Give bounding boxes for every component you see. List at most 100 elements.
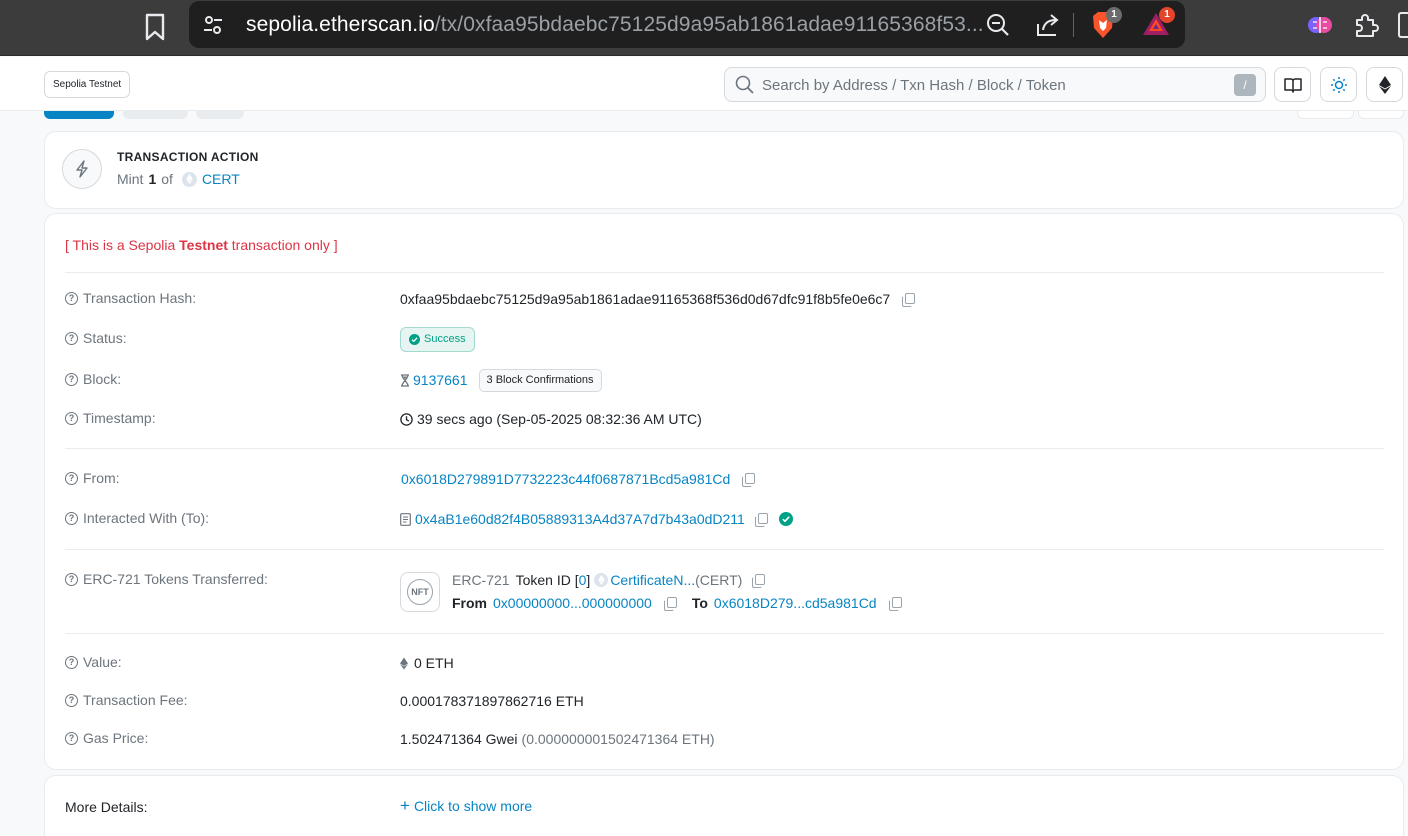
status-badge: Success (400, 326, 475, 352)
site-settings-icon[interactable] (201, 13, 225, 37)
value-label: Value: (83, 654, 122, 670)
testnet-notice: [ This is a Sepolia Testnet transaction … (65, 237, 338, 253)
from-address-link[interactable]: 0x6018D279891D7732223c44f0687871Bcd5a981… (401, 471, 730, 487)
token-icon (594, 573, 609, 587)
copy-icon[interactable] (754, 512, 768, 527)
value-amount: 0 ETH (414, 655, 454, 671)
sun-icon (1330, 76, 1347, 93)
tx-hash-value: 0xfaa95bdaebc75125d9a95ab1861adae9116536… (400, 291, 891, 307)
url-path: /tx/0xfaa95bdaebc75125d9a95ab1861adae911… (434, 13, 984, 36)
action-token-link[interactable]: CERT (202, 171, 240, 187)
network-switch-button[interactable] (1366, 67, 1403, 102)
help-icon[interactable]: ? (65, 655, 78, 669)
tx-hash-row: ? Transaction Hash: 0xfaa95bdaebc75125d9a… (65, 288, 1384, 310)
divider (65, 448, 1384, 449)
address-bar[interactable]: sepolia.etherscan.io/tx/0xfaa95bdaebc751… (189, 1, 1185, 48)
copy-icon[interactable] (663, 596, 677, 611)
tab-overview[interactable] (44, 111, 114, 119)
help-icon[interactable]: ? (65, 572, 78, 586)
erc721-row: ? ERC-721 Tokens Transferred: NFT ERC-721… (65, 569, 1384, 615)
token-id-link[interactable]: 0 (579, 572, 587, 588)
url-host: sepolia.etherscan.io (246, 13, 435, 36)
more-details-card: More Details: + Click to show more (44, 775, 1404, 836)
docs-button[interactable] (1274, 67, 1311, 102)
action-verb: Mint (117, 171, 144, 187)
status-row: ? Status: Success (65, 326, 1384, 352)
transaction-action-card: TRANSACTION ACTION Mint 1 of CERT (44, 131, 1404, 209)
help-icon[interactable]: ? (65, 411, 78, 425)
help-icon[interactable]: ? (65, 291, 78, 305)
share-icon[interactable] (1035, 12, 1061, 38)
brave-shields-count: 1 (1106, 7, 1122, 23)
search-input[interactable] (762, 74, 1222, 96)
timestamp-label: Timestamp: (83, 410, 156, 426)
token-name-link[interactable]: CertificateN... (610, 572, 695, 588)
help-icon[interactable]: ? (65, 693, 78, 707)
help-icon[interactable]: ? (65, 731, 78, 745)
to-address-link[interactable]: 0x4aB1e60d82f4B05889313A4d37A7d7b43a0dD2… (415, 511, 745, 527)
action-count: 1 (148, 171, 157, 187)
status-text: Success (424, 333, 466, 345)
from-label: From: (83, 470, 120, 486)
network-badge[interactable]: Sepolia Testnet (44, 71, 131, 98)
bookmark-icon[interactable] (142, 12, 168, 42)
toolbar-separator (1073, 13, 1074, 37)
transfer-to-link[interactable]: 0x6018D279...cd5a981Cd (714, 595, 877, 611)
tx-hash-label: Transaction Hash: (83, 290, 197, 306)
browser-toolbar: sepolia.etherscan.io/tx/0xfaa95bdaebc751… (0, 0, 1408, 56)
fee-label: Transaction Fee: (83, 692, 188, 708)
show-more-button[interactable]: + Click to show more (400, 796, 532, 815)
lightning-icon (62, 149, 102, 189)
copy-icon[interactable] (742, 472, 756, 487)
verified-check-icon (778, 512, 793, 526)
help-icon[interactable]: ? (65, 331, 78, 345)
book-icon (1283, 77, 1302, 93)
more-details-label: More Details: (65, 799, 148, 815)
zoom-out-icon[interactable] (985, 12, 1011, 38)
timestamp-value: 39 secs ago (Sep-05-2025 08:32:36 AM UTC… (417, 411, 702, 427)
gas-price-row: ? Gas Price: 1.502471364 Gwei (0.000000001… (65, 728, 1384, 750)
gas-price-label: Gas Price: (83, 730, 149, 746)
theme-toggle-button[interactable] (1320, 67, 1357, 102)
status-label: Status: (83, 330, 127, 346)
timestamp-row: ? Timestamp: 39 secs ago (Sep-05-2025 08:… (65, 408, 1384, 430)
brave-shields-button[interactable]: 1 (1089, 7, 1122, 43)
action-of: of (161, 171, 173, 187)
help-icon[interactable]: ? (65, 372, 78, 386)
copy-icon[interactable] (902, 292, 916, 307)
search-box[interactable]: / (724, 67, 1266, 102)
url-text[interactable]: sepolia.etherscan.io/tx/0xfaa95bdaebc751… (246, 13, 984, 37)
token-id-label: Token ID [ (515, 572, 579, 588)
to-label: Interacted With (To): (83, 510, 210, 526)
token-id-close: ] (586, 572, 591, 588)
erc721-label: ERC-721 Tokens Transferred: (83, 571, 268, 587)
notice-suffix: transaction only ] (227, 237, 338, 253)
tab-tool-b[interactable] (1358, 111, 1404, 119)
ethereum-icon (1378, 75, 1391, 94)
brain-extension-icon[interactable] (1306, 11, 1334, 39)
tab-tool-a[interactable] (1297, 111, 1354, 119)
transfer-from-link[interactable]: 0x00000000...000000000 (493, 595, 652, 611)
divider (65, 633, 1384, 634)
hourglass-icon (401, 373, 409, 387)
transaction-details-card: [ This is a Sepolia Testnet transaction … (44, 213, 1404, 770)
contract-file-icon (400, 512, 411, 526)
plus-icon: + (400, 796, 410, 815)
brave-rewards-button[interactable]: 1 (1141, 7, 1175, 41)
confirmations-badge: 3 Block Confirmations (478, 368, 602, 392)
help-icon[interactable]: ? (65, 511, 78, 525)
clock-icon (400, 412, 413, 426)
to-row: ? Interacted With (To): 0x4aB1e60d82f4B05… (65, 508, 1384, 530)
token-symbol: (CERT) (695, 572, 743, 588)
tab-state[interactable] (196, 111, 244, 119)
check-circle-icon (409, 333, 420, 345)
nft-icon: NFT (400, 572, 440, 612)
block-link[interactable]: 9137661 (413, 372, 468, 388)
help-icon[interactable]: ? (65, 471, 78, 485)
copy-icon[interactable] (888, 596, 902, 611)
tab-logs[interactable] (123, 111, 188, 119)
sidebar-panel-icon[interactable] (1398, 12, 1408, 38)
gas-price-gwei: 1.502471364 Gwei (400, 731, 518, 747)
extensions-puzzle-icon[interactable] (1352, 11, 1380, 39)
copy-icon[interactable] (752, 573, 766, 588)
